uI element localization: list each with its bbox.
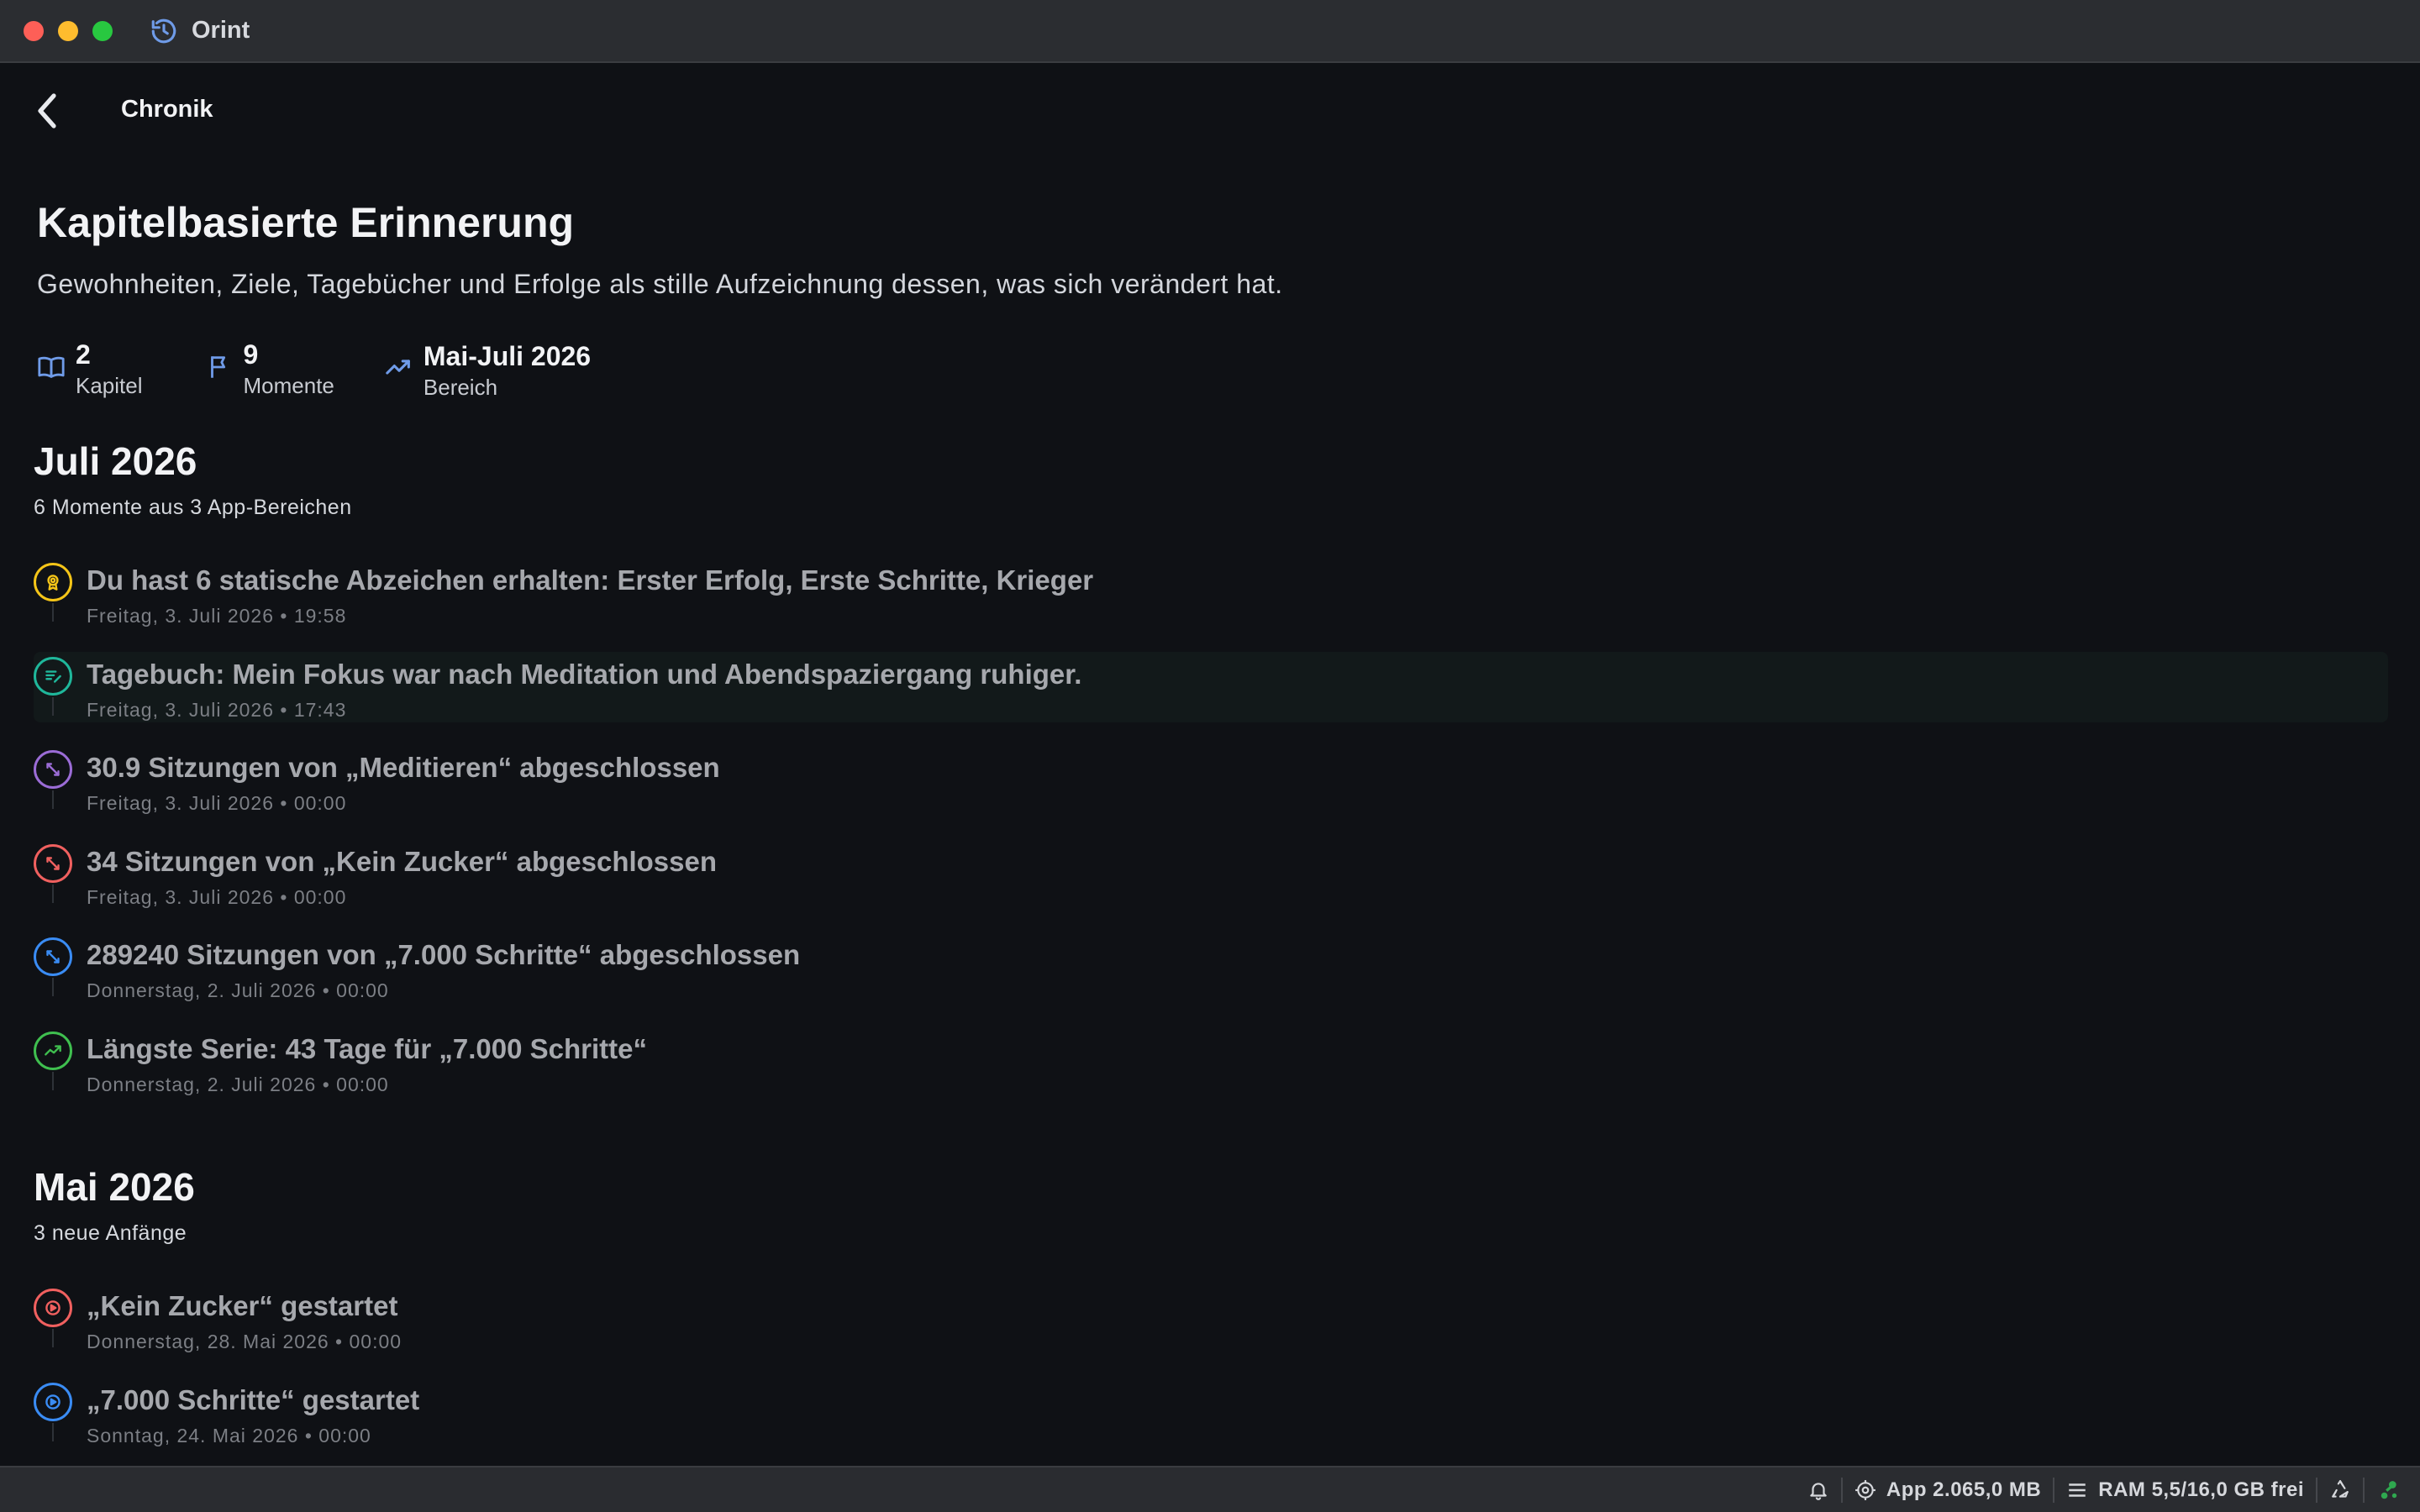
ram-text: RAM 5,5/16,0 GB frei <box>2098 1478 2304 1501</box>
section-mai-2026: Mai 2026 3 neue Anfänge <box>34 1164 2386 1246</box>
section-subtitle: 6 Momente aus 3 App-Bereichen <box>34 496 352 519</box>
entry-title: Tagebuch: Mein Fokus war nach Meditation… <box>87 659 1082 690</box>
arrows-icon <box>34 844 72 883</box>
book-icon <box>37 353 66 381</box>
chevron-left-icon <box>38 93 56 129</box>
timeline-entry[interactable]: 30.9 Sitzungen von „Meditieren“ abgeschl… <box>34 745 2386 816</box>
app-title: Orint <box>192 17 250 44</box>
flag-icon <box>205 353 234 381</box>
play-icon <box>34 1383 72 1421</box>
divider <box>2316 1477 2317 1503</box>
entry-title: „Kein Zucker“ gestartet <box>87 1290 398 1321</box>
entry-date: Freitag, 3. Juli 2026 • 19:58 <box>87 605 347 627</box>
arrows-icon <box>34 937 72 976</box>
recycle-button[interactable] <box>2329 1479 2351 1501</box>
recycle-icon <box>2329 1479 2351 1501</box>
minimize-window-button[interactable] <box>58 20 78 41</box>
trend-icon <box>34 1032 72 1070</box>
entry-date: Donnerstag, 28. Mai 2026 • 00:00 <box>87 1331 402 1352</box>
back-button[interactable] <box>30 91 64 131</box>
entry-date: Donnerstag, 2. Juli 2026 • 00:00 <box>87 979 389 1001</box>
timeline-connector <box>52 978 54 996</box>
window-controls <box>24 20 113 41</box>
timeline-connector <box>52 603 54 622</box>
entry-date: Freitag, 3. Juli 2026 • 17:43 <box>87 699 347 721</box>
stat-chapters: 2 Kapitel <box>37 338 143 402</box>
section-title: Mai 2026 <box>34 1165 195 1209</box>
page-title: Kapitelbasierte Erinnerung <box>37 199 575 246</box>
section-title: Juli 2026 <box>34 439 197 483</box>
stat-value: 2 <box>76 339 91 370</box>
entry-date: Donnerstag, 2. Juli 2026 • 00:00 <box>87 1074 389 1095</box>
notifications-button[interactable] <box>1807 1479 1829 1501</box>
status-bar: App 2.065,0 MB RAM 5,5/16,0 GB frei <box>0 1466 2420 1512</box>
entry-title: „7.000 Schritte“ gestartet <box>87 1384 420 1415</box>
stat-value: 9 <box>243 339 259 370</box>
stat-label: Kapitel <box>76 373 143 398</box>
timeline-entry[interactable]: „7.000 Schritte“ gestartet Sonntag, 24. M… <box>34 1378 2386 1448</box>
timeline-entry[interactable]: „Kein Zucker“ gestartet Donnerstag, 28. M… <box>34 1284 2386 1354</box>
chip-icon <box>1854 1479 1876 1501</box>
timeline-entry[interactable]: 34 Sitzungen von „Kein Zucker“ abgeschlo… <box>34 839 2386 910</box>
timeline-connector <box>52 885 54 903</box>
section-juli-2026: Juli 2026 6 Momente aus 3 App-Bereichen <box>34 438 2386 520</box>
entry-title: 34 Sitzungen von „Kein Zucker“ abgeschlo… <box>87 846 718 877</box>
bell-icon <box>1807 1479 1829 1501</box>
network-status[interactable] <box>2378 1479 2400 1501</box>
divider <box>1840 1477 1843 1503</box>
badge-icon <box>34 563 72 601</box>
trend-icon <box>385 353 413 381</box>
stat-value: Mai-Juli 2026 <box>423 341 592 371</box>
network-icon <box>2378 1479 2400 1501</box>
entry-title: 30.9 Sitzungen von „Meditieren“ abgeschl… <box>87 752 720 783</box>
timeline-connector <box>52 1329 54 1347</box>
app-memory-text: App 2.065,0 MB <box>1886 1478 2042 1501</box>
timeline-connector <box>52 790 54 809</box>
close-window-button[interactable] <box>24 20 44 41</box>
entry-title: Längste Serie: 43 Tage für „7.000 Schrit… <box>87 1033 647 1064</box>
entry-date: Freitag, 3. Juli 2026 • 00:00 <box>87 886 347 908</box>
app-memory-indicator: App 2.065,0 MB <box>1854 1478 2041 1502</box>
title-bar: Orint <box>0 0 2420 63</box>
stat-range: Mai-Juli 2026 Bereich <box>385 338 591 402</box>
memory-stack-icon <box>2066 1479 2088 1501</box>
arrows-icon <box>34 750 72 789</box>
timeline-entry[interactable]: Längste Serie: 43 Tage für „7.000 Schrit… <box>34 1026 2386 1097</box>
nav-title: Chronik <box>121 96 213 123</box>
play-icon <box>34 1289 72 1327</box>
page-subtitle: Gewohnheiten, Ziele, Tagebücher und Erfo… <box>37 269 1283 299</box>
entry-title: Du hast 6 statische Abzeichen erhalten: … <box>87 564 1094 596</box>
timeline-entry[interactable]: Tagebuch: Mein Fokus war nach Meditation… <box>34 652 2388 722</box>
stats-row: 2 Kapitel 9 Momente Mai-Juli 2026 Bereic… <box>37 338 591 402</box>
journal-icon <box>34 657 72 696</box>
stat-label: Momente <box>243 373 334 398</box>
section-subtitle: 3 neue Anfänge <box>34 1221 187 1245</box>
timeline-connector <box>52 697 54 716</box>
navigation-bar: Chronik <box>0 84 2420 138</box>
stat-moments: 9 Momente <box>205 338 334 402</box>
divider <box>2363 1477 2365 1503</box>
history-icon <box>150 17 178 45</box>
entry-title: 289240 Sitzungen von „7.000 Schritte“ ab… <box>87 939 801 970</box>
zoom-window-button[interactable] <box>92 20 113 41</box>
entry-date: Freitag, 3. Juli 2026 • 00:00 <box>87 792 347 814</box>
ram-indicator: RAM 5,5/16,0 GB frei <box>2066 1478 2304 1502</box>
timeline-entry[interactable]: Du hast 6 statische Abzeichen erhalten: … <box>34 558 2386 628</box>
timeline-connector <box>52 1423 54 1441</box>
divider <box>2053 1477 2055 1503</box>
entry-date: Sonntag, 24. Mai 2026 • 00:00 <box>87 1425 371 1446</box>
timeline-entry[interactable]: 289240 Sitzungen von „7.000 Schritte“ ab… <box>34 932 2386 1003</box>
stat-label: Bereich <box>423 375 498 400</box>
timeline-connector <box>52 1072 54 1090</box>
